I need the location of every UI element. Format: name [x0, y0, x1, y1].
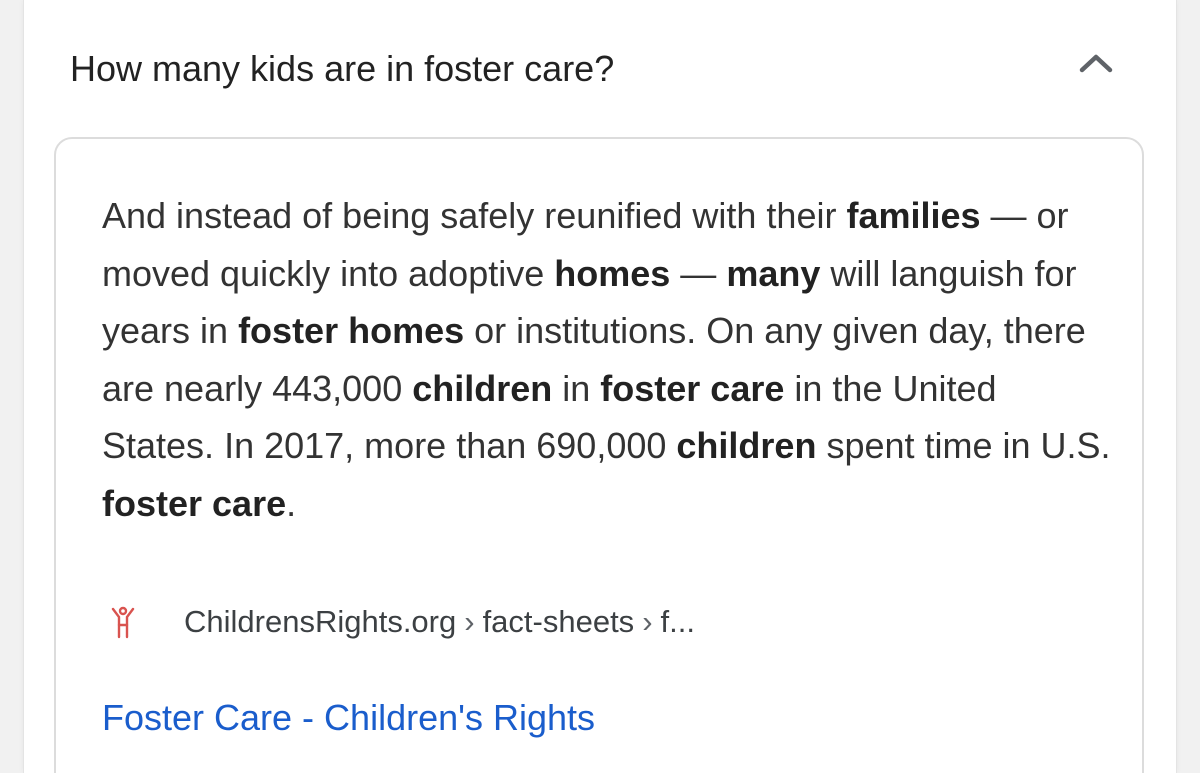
highlighted-term: children	[676, 425, 817, 466]
childrens-rights-logo-icon	[111, 606, 135, 639]
answer-box: And instead of being safely reunified wi…	[54, 137, 1144, 773]
highlighted-term: foster care	[102, 482, 287, 524]
source-breadcrumb-row[interactable]: ChildrensRights.org › fact-sheets › f...	[102, 599, 1102, 645]
page: How many kids are in foster care? And in…	[0, 0, 1200, 773]
highlighted-term: families	[846, 195, 981, 236]
snippet-text: in	[552, 367, 601, 409]
highlighted-term: homes	[554, 252, 671, 294]
breadcrumb-path-2: f...	[660, 604, 695, 639]
chevron-up-icon[interactable]	[1076, 48, 1116, 78]
related-question-card: How many kids are in foster care? And in…	[24, 0, 1176, 773]
question-text: How many kids are in foster care?	[70, 48, 615, 89]
result-title-link[interactable]: Foster Care - Children's Rights	[102, 696, 595, 740]
question-toggle[interactable]: How many kids are in foster care?	[24, 0, 1176, 136]
snippet-text: —	[670, 252, 727, 294]
highlighted-term: children	[412, 367, 553, 409]
answer-snippet: And instead of being safely reunified wi…	[102, 187, 1112, 532]
snippet-text: .	[286, 482, 297, 524]
snippet-text: spent time in U.S.	[816, 425, 1111, 466]
breadcrumb-separator: ›	[464, 604, 475, 639]
breadcrumb: ChildrensRights.org › fact-sheets › f...	[184, 603, 695, 641]
breadcrumb-path-1: fact-sheets	[482, 604, 635, 639]
breadcrumb-separator: ›	[642, 604, 653, 639]
highlighted-term: foster care	[600, 367, 785, 409]
highlighted-term: foster homes	[238, 310, 465, 351]
highlighted-term: many	[726, 252, 821, 294]
snippet-text: And instead of being safely reunified wi…	[102, 195, 847, 236]
breadcrumb-site: ChildrensRights.org	[184, 604, 457, 639]
